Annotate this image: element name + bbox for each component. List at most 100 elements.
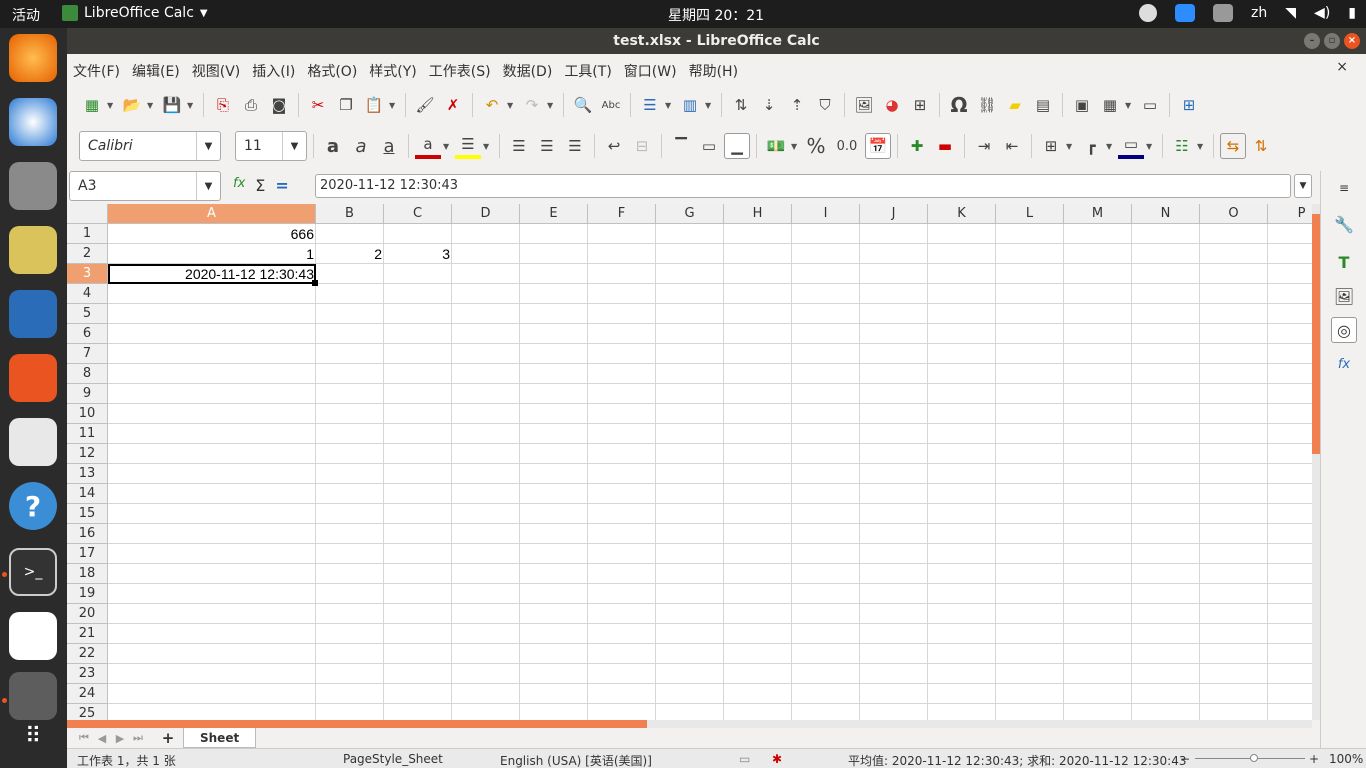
cell-c2[interactable]: 3 xyxy=(384,244,452,264)
text-direction-icon[interactable]: ⇆ xyxy=(1220,133,1246,159)
row-header[interactable]: 22 xyxy=(67,644,108,664)
row-header[interactable]: 8 xyxy=(67,364,108,384)
cura-icon[interactable] xyxy=(9,612,57,660)
terminal-icon[interactable]: >_ xyxy=(9,548,57,596)
menu-item[interactable]: 帮助(H) xyxy=(683,58,744,84)
undo-icon[interactable]: ↶ xyxy=(479,92,505,118)
wrap-text-icon[interactable]: ↩ xyxy=(601,133,627,159)
comment-icon[interactable]: ▰ xyxy=(1002,92,1028,118)
volume-icon[interactable]: ◀) xyxy=(1314,5,1330,21)
maximize-button[interactable]: ▫ xyxy=(1324,33,1340,49)
add-sheet-icon[interactable]: + xyxy=(159,729,177,747)
chevron-down-icon[interactable]: ▼ xyxy=(389,101,399,110)
italic-icon[interactable]: a xyxy=(348,133,374,159)
decrease-indent-icon[interactable]: ⇤ xyxy=(999,133,1025,159)
selection-summary[interactable]: 平均值: 2020-11-12 12:30:43; 求和: 2020-11-12… xyxy=(848,752,1186,768)
chevron-down-icon[interactable]: ▼ xyxy=(107,101,117,110)
border-style-icon[interactable]: ┏ xyxy=(1078,133,1104,159)
app-menu[interactable]: LibreOffice Calc ▼ xyxy=(62,5,208,21)
network-icon[interactable]: ◥ xyxy=(1285,5,1296,21)
chevron-down-icon[interactable]: ▼ xyxy=(665,101,675,110)
keyboard-icon[interactable] xyxy=(1213,4,1234,22)
input-language[interactable]: zh xyxy=(1251,5,1267,21)
row-header[interactable]: 3 xyxy=(67,264,108,284)
borders-icon[interactable]: ⊞ xyxy=(1038,133,1064,159)
functions-icon[interactable]: fx xyxy=(1331,351,1357,377)
pivot-table-icon[interactable]: ⊞ xyxy=(907,92,933,118)
row-header[interactable]: 13 xyxy=(67,464,108,484)
menu-item[interactable]: 窗口(W) xyxy=(618,58,683,84)
redo-icon[interactable]: ↷ xyxy=(519,92,545,118)
chevron-down-icon[interactable]: ▼ xyxy=(1106,142,1116,151)
zoom-in-icon[interactable]: + xyxy=(1309,752,1319,766)
row-header[interactable]: 14 xyxy=(67,484,108,504)
vertical-text-icon[interactable]: ⇅ xyxy=(1248,133,1274,159)
thunderbird-icon[interactable] xyxy=(9,98,57,146)
chevron-down-icon[interactable]: ▼ xyxy=(443,142,453,151)
menu-item[interactable]: 样式(Y) xyxy=(363,58,422,84)
menu-item[interactable]: 编辑(E) xyxy=(126,58,186,84)
properties-icon[interactable]: 🔧 xyxy=(1331,211,1357,237)
column-header[interactable]: L xyxy=(996,204,1064,224)
styles-icon[interactable]: T xyxy=(1331,249,1357,275)
export-pdf-icon[interactable]: ⎘ xyxy=(210,92,236,118)
chevron-down-icon[interactable]: ▼ xyxy=(147,101,157,110)
image-icon[interactable]: 🖼 xyxy=(851,92,877,118)
open-icon[interactable]: 📂 xyxy=(119,92,145,118)
help-icon[interactable]: ? xyxy=(9,482,57,530)
sort-ascending-icon[interactable]: ⇣ xyxy=(756,92,782,118)
currency-icon[interactable]: 💵 xyxy=(763,133,789,159)
define-print-area-icon[interactable]: ▣ xyxy=(1069,92,1095,118)
row-header[interactable]: 19 xyxy=(67,584,108,604)
cell-a2[interactable]: 1 xyxy=(108,244,316,264)
chevron-down-icon[interactable]: ▼ xyxy=(196,172,220,200)
firefox-icon[interactable] xyxy=(9,34,57,82)
freeze-rows-icon[interactable]: ▦ xyxy=(1097,92,1123,118)
select-all-corner[interactable] xyxy=(67,204,108,224)
function-wizard-icon[interactable]: fx xyxy=(233,176,245,195)
align-bottom-icon[interactable]: ▁ xyxy=(724,133,750,159)
zoom-slider-thumb[interactable] xyxy=(1250,754,1258,762)
sum-icon[interactable]: Σ xyxy=(255,176,265,195)
scroll-thumb[interactable] xyxy=(67,720,647,728)
row-header[interactable]: 17 xyxy=(67,544,108,564)
sort-icon[interactable]: ⇅ xyxy=(728,92,754,118)
find-replace-icon[interactable]: 🔍 xyxy=(570,92,596,118)
column-header[interactable]: C xyxy=(384,204,452,224)
header-footer-icon[interactable]: ▤ xyxy=(1030,92,1056,118)
row-header[interactable]: 2 xyxy=(67,244,108,264)
align-middle-icon[interactable]: ▭ xyxy=(696,133,722,159)
split-window-icon[interactable]: ▭ xyxy=(1137,92,1163,118)
align-top-icon[interactable]: ▔ xyxy=(668,133,694,159)
column-header[interactable]: J xyxy=(860,204,928,224)
expand-formula-button[interactable]: ▼ xyxy=(1294,174,1312,198)
bold-icon[interactable]: a xyxy=(320,133,346,159)
delete-decimal-icon[interactable]: ▬ xyxy=(932,133,958,159)
menu-item[interactable]: 插入(I) xyxy=(246,58,301,84)
align-center-icon[interactable]: ☰ xyxy=(534,133,560,159)
formula-input[interactable]: 2020-11-12 12:30:43 xyxy=(315,174,1291,198)
gallery-icon[interactable]: 🖼 xyxy=(1331,283,1357,309)
chevron-down-icon[interactable]: ▼ xyxy=(483,142,493,151)
print-icon[interactable]: ⎙ xyxy=(238,92,264,118)
chevron-down-icon[interactable]: ▼ xyxy=(282,132,306,160)
font-name-combo[interactable]: Calibri ▼ xyxy=(79,131,221,161)
row-icon[interactable]: ☰ xyxy=(637,92,663,118)
column-header[interactable]: A xyxy=(108,204,316,224)
menu-item[interactable]: 视图(V) xyxy=(186,58,247,84)
align-left-icon[interactable]: ☰ xyxy=(506,133,532,159)
spreadsheet-grid[interactable]: A B C D E F G H I J K L M N O P 1 2 3 4 5 6 7 8 9 10 11 12 13 14 15 16 1… xyxy=(67,204,1312,720)
last-sheet-icon[interactable]: ⏭ xyxy=(129,731,147,745)
number-format-icon[interactable]: 0.0 xyxy=(831,133,863,159)
column-header[interactable]: D xyxy=(452,204,520,224)
column-header[interactable]: K xyxy=(928,204,996,224)
row-header[interactable]: 21 xyxy=(67,624,108,644)
row-header[interactable]: 6 xyxy=(67,324,108,344)
close-document-button[interactable]: × xyxy=(1336,59,1348,75)
next-sheet-icon[interactable]: ▶ xyxy=(111,732,129,745)
row-header[interactable]: 23 xyxy=(67,664,108,684)
row-header[interactable]: 1 xyxy=(67,224,108,244)
row-header[interactable]: 12 xyxy=(67,444,108,464)
row-header[interactable]: 4 xyxy=(67,284,108,304)
software-center-icon[interactable] xyxy=(9,354,57,402)
